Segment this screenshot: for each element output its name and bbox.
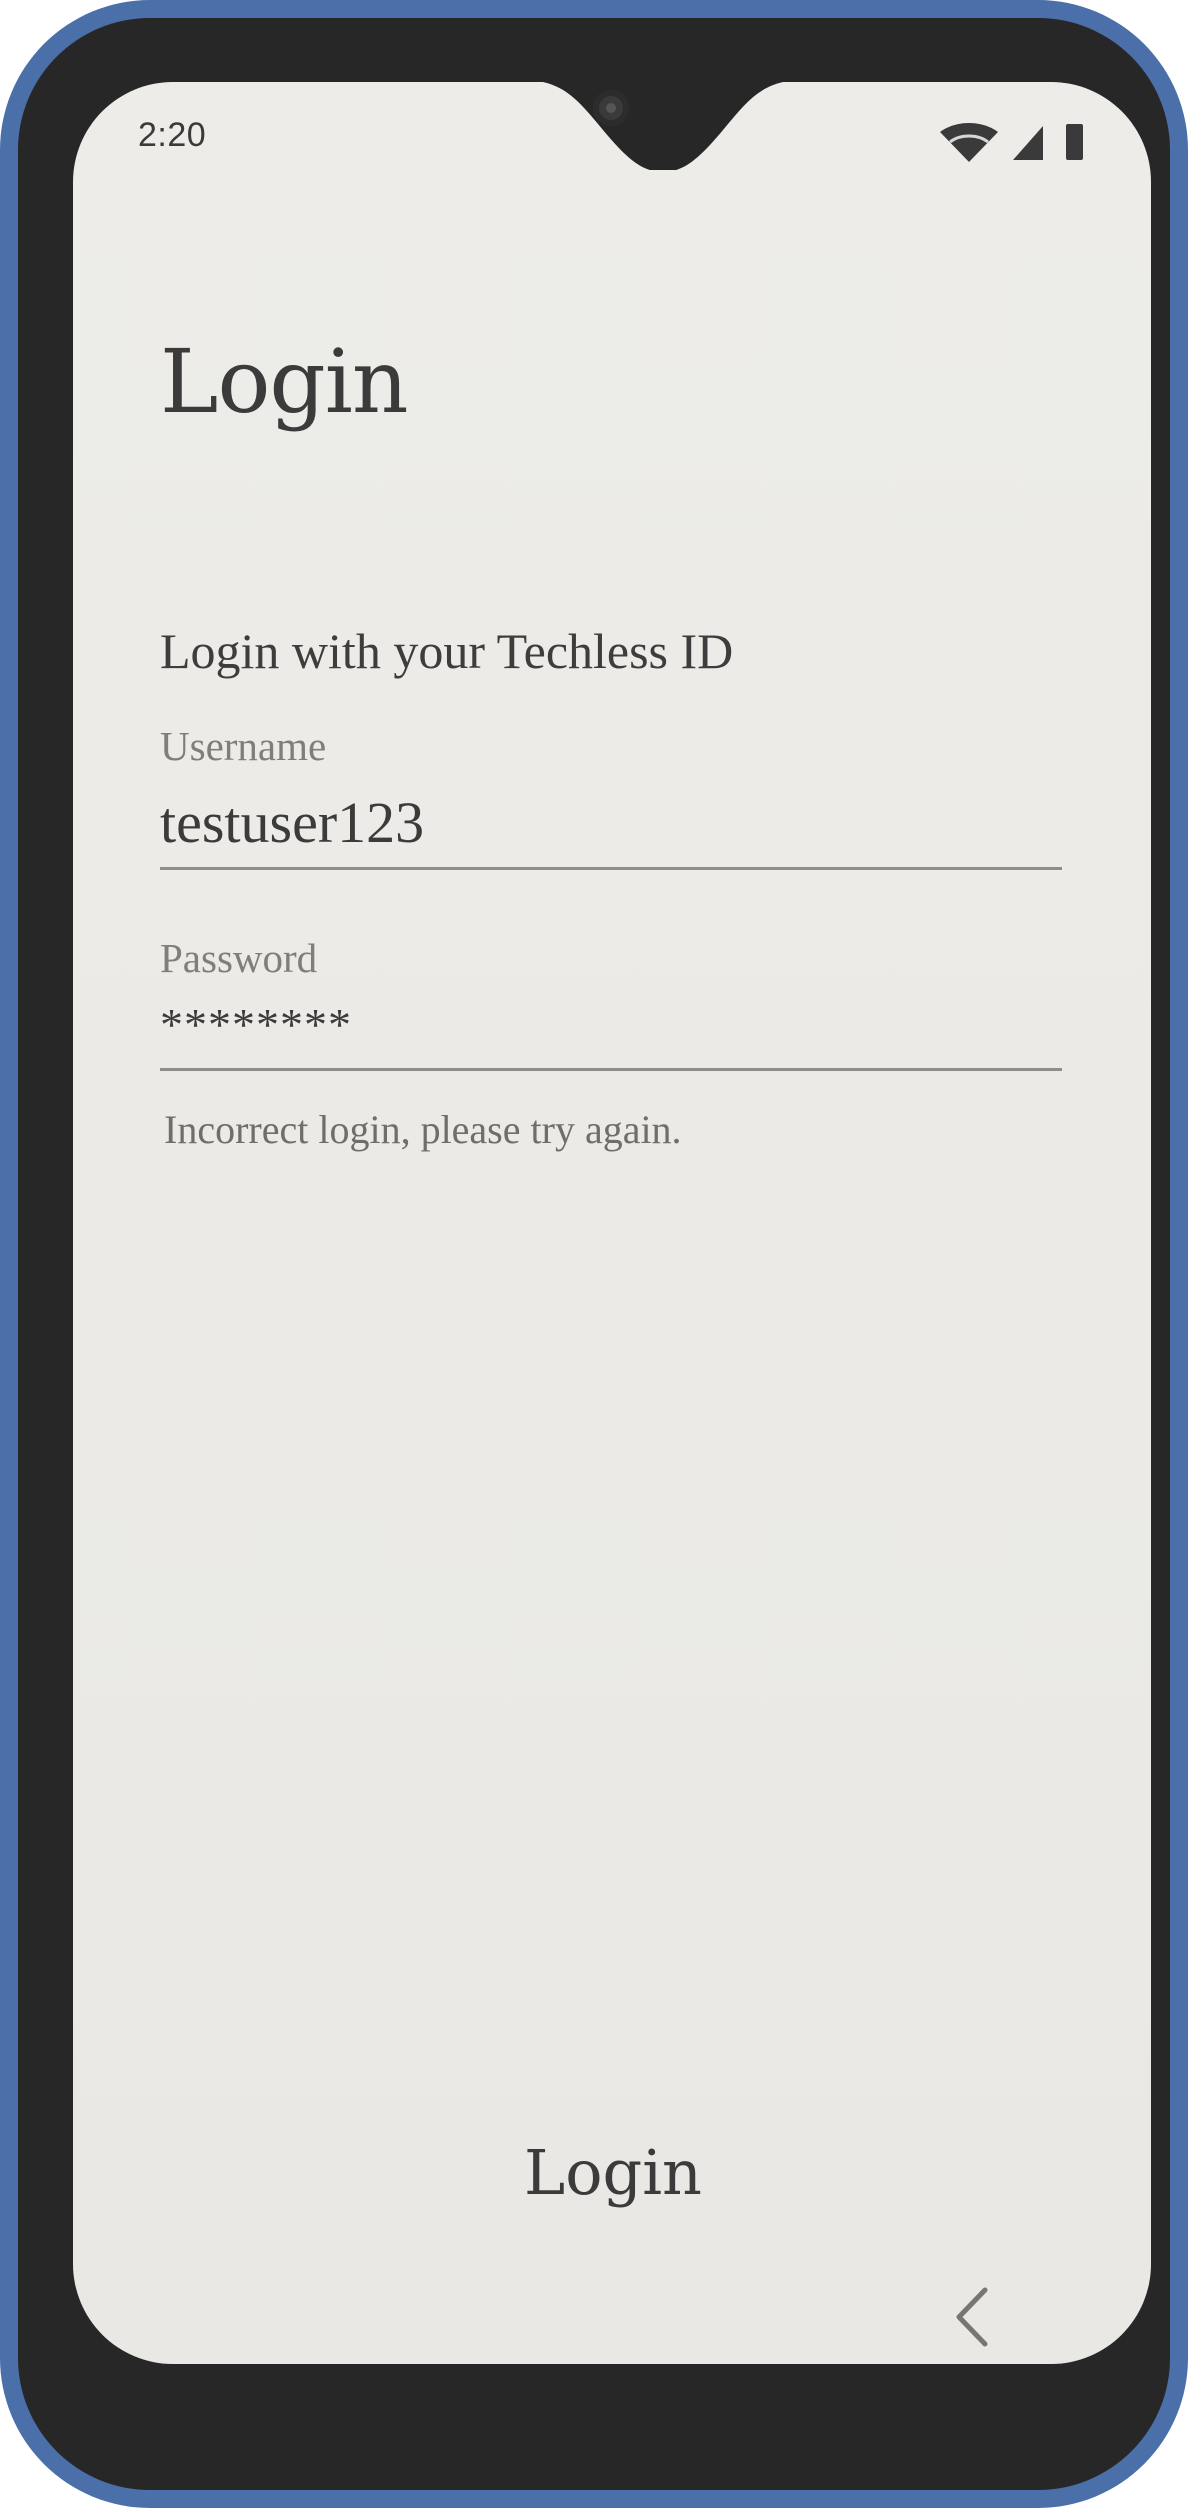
- page-title: Login: [160, 330, 409, 433]
- wifi-icon: [940, 123, 998, 162]
- password-label: Password: [160, 935, 318, 981]
- phone-frame: 2:20 Login Login with your Techless ID U…: [0, 0, 1188, 2508]
- status-icons: [940, 123, 1083, 162]
- front-camera-icon: [593, 90, 629, 126]
- screen: 2:20 Login Login with your Techless ID U…: [73, 82, 1151, 2364]
- battery-icon: [1066, 124, 1083, 160]
- chevron-left-icon[interactable]: [943, 2282, 1003, 2352]
- login-button[interactable]: Login: [453, 2117, 773, 2227]
- username-label: Username: [160, 723, 327, 769]
- password-underline: [160, 1068, 1062, 1071]
- error-message: Incorrect login, please try again.: [164, 1107, 682, 1152]
- status-time: 2:20: [138, 116, 207, 154]
- signal-icon: [1013, 126, 1043, 160]
- username-input[interactable]: [160, 782, 1060, 862]
- notch: [542, 82, 784, 170]
- username-underline: [160, 867, 1062, 870]
- password-input[interactable]: [160, 994, 1060, 1054]
- login-subtitle: Login with your Techless ID: [160, 623, 734, 679]
- phone-bezel: 2:20 Login Login with your Techless ID U…: [18, 18, 1170, 2490]
